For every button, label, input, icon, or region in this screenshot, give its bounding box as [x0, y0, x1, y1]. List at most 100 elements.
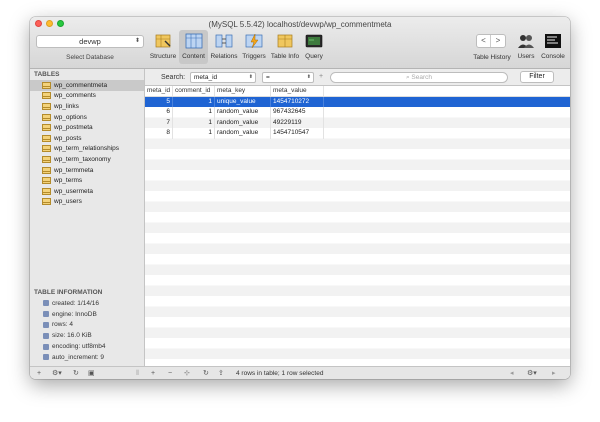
table-icon	[42, 177, 51, 185]
table-icon	[42, 92, 51, 100]
updown-arrow-icon: ⬍	[306, 74, 311, 80]
table-item[interactable]: wp_posts	[30, 133, 144, 144]
bottom-toolbar: + ⚙▾ ↻ ▣ ⦀ + − ⊹ ↻ ⇪ 4 rows in table; 1 …	[30, 366, 570, 379]
filter-toggle-icon[interactable]: ▣	[88, 368, 95, 379]
relations-icon	[214, 31, 234, 51]
info-item: encoding: utf8mb4	[30, 341, 145, 352]
column-header[interactable]: meta_key	[215, 86, 271, 96]
database-select-label: Select Database	[66, 54, 114, 61]
table-icon	[42, 124, 51, 132]
info-icon	[43, 321, 49, 328]
info-icon	[43, 300, 49, 307]
table-item[interactable]: wp_term_taxonomy	[30, 154, 144, 165]
console-icon	[543, 31, 563, 51]
column-header[interactable]: meta_value	[271, 86, 324, 96]
table-icon	[42, 113, 51, 121]
sidebar: TABLES wp_commentmeta wp_comments wp_lin…	[30, 69, 145, 366]
next-page-icon[interactable]: ▸	[552, 368, 556, 379]
content-button[interactable]: Content	[179, 30, 208, 64]
history-nav: < >	[476, 34, 506, 48]
table-item[interactable]: wp_term_relationships	[30, 144, 144, 155]
add-table-button[interactable]: +	[37, 368, 41, 379]
query-button[interactable]: Query	[302, 31, 326, 60]
search-operator-select[interactable]: = ⬍	[262, 72, 314, 83]
table-item[interactable]: wp_links	[30, 101, 144, 112]
previous-page-icon[interactable]: ◂	[510, 368, 514, 379]
relations-button[interactable]: Relations	[209, 31, 239, 60]
column-header[interactable]: comment_id	[173, 86, 215, 96]
structure-icon	[153, 31, 173, 51]
table-row[interactable]: 5 1 unique_value 1454710272	[145, 96, 570, 107]
users-icon	[516, 31, 536, 51]
duplicate-row-icon[interactable]: ⊹	[184, 368, 190, 379]
info-icon	[43, 343, 49, 350]
table-info-button[interactable]: Table Info	[269, 31, 301, 60]
table-icon	[42, 134, 51, 142]
table-history-label[interactable]: Table History	[470, 54, 514, 61]
delete-row-button[interactable]: −	[168, 368, 172, 379]
tables-header: TABLES	[34, 71, 60, 78]
column-header[interactable]: meta_id	[145, 86, 173, 96]
data-grid: meta_id comment_id meta_key meta_value 5…	[145, 86, 570, 366]
table-item[interactable]: wp_options	[30, 112, 144, 123]
add-row-button[interactable]: +	[151, 368, 155, 379]
search-field-select[interactable]: meta_id ⬍	[190, 72, 256, 83]
status-text: 4 rows in table; 1 row selected	[236, 370, 324, 377]
gear-icon[interactable]: ⚙▾	[52, 368, 62, 379]
export-icon[interactable]: ⇪	[218, 368, 224, 379]
app-window: (MySQL 5.5.42) localhost/devwp/wp_commen…	[30, 17, 570, 379]
table-item[interactable]: wp_postmeta	[30, 122, 144, 133]
triggers-button[interactable]: Triggers	[240, 31, 268, 60]
table-item[interactable]: wp_comments	[30, 91, 144, 102]
triggers-icon	[244, 31, 264, 51]
database-select-value: devwp	[79, 37, 101, 46]
table-item[interactable]: wp_usermeta	[30, 186, 144, 197]
info-item: auto_increment: 9	[30, 352, 145, 363]
users-button[interactable]: Users	[514, 31, 538, 60]
search-label: Search:	[161, 74, 186, 81]
table-info-header: TABLE INFORMATION	[34, 289, 103, 296]
info-item: engine: InnoDB	[30, 309, 145, 320]
info-icon	[43, 311, 49, 318]
table-information: TABLE INFORMATION created: 1/14/16 engin…	[30, 287, 145, 363]
info-item: created: 1/14/16	[30, 298, 145, 309]
console-button[interactable]: Console	[538, 31, 568, 60]
table-row[interactable]: 6 1 random_value 967432645	[145, 107, 570, 118]
table-icon	[42, 198, 51, 206]
refresh-icon[interactable]: ↻	[203, 368, 209, 379]
info-item: rows: 4	[30, 320, 145, 331]
refresh-icon[interactable]: ↻	[73, 368, 79, 379]
query-icon	[304, 31, 324, 51]
table-icon	[42, 145, 51, 153]
forward-button[interactable]: >	[491, 35, 505, 47]
structure-button[interactable]: Structure	[148, 31, 178, 60]
table-info-icon	[275, 31, 295, 51]
info-icon	[43, 332, 49, 339]
info-icon	[43, 354, 49, 361]
database-select[interactable]: devwp ⬍	[36, 35, 144, 48]
table-item[interactable]: wp_terms	[30, 175, 144, 186]
gear-icon[interactable]: ⚙▾	[527, 368, 537, 379]
updown-arrow-icon: ⬍	[134, 38, 140, 44]
grid-header: meta_id comment_id meta_key meta_value	[145, 86, 570, 97]
info-item: size: 16.0 KiB	[30, 330, 145, 341]
table-row[interactable]: 7 1 random_value 49229119	[145, 117, 570, 128]
back-button[interactable]: <	[477, 35, 491, 47]
table-item[interactable]: wp_termmeta	[30, 165, 144, 176]
toolbar: (MySQL 5.5.42) localhost/devwp/wp_commen…	[30, 17, 570, 69]
table-row[interactable]: 8 1 random_value 1454710547	[145, 128, 570, 139]
add-filter-button[interactable]: +	[319, 73, 323, 80]
table-item[interactable]: wp_commentmeta	[30, 80, 144, 91]
resize-handle-icon[interactable]: ⦀	[136, 368, 139, 379]
filter-button[interactable]: Filter	[520, 71, 554, 83]
content-icon	[184, 31, 204, 51]
search-input[interactable]: ⌕ Search	[330, 72, 508, 83]
window-title: (MySQL 5.5.42) localhost/devwp/wp_commen…	[208, 20, 392, 29]
filter-bar: Search: meta_id ⬍ = ⬍ + ⌕ Search Filter	[145, 69, 570, 86]
table-icon	[42, 166, 51, 174]
table-icon	[42, 102, 51, 110]
table-icon	[42, 155, 51, 163]
content-pane: Search: meta_id ⬍ = ⬍ + ⌕ Search Filter me…	[145, 69, 570, 366]
updown-arrow-icon: ⬍	[248, 74, 253, 80]
table-item[interactable]: wp_users	[30, 197, 144, 208]
